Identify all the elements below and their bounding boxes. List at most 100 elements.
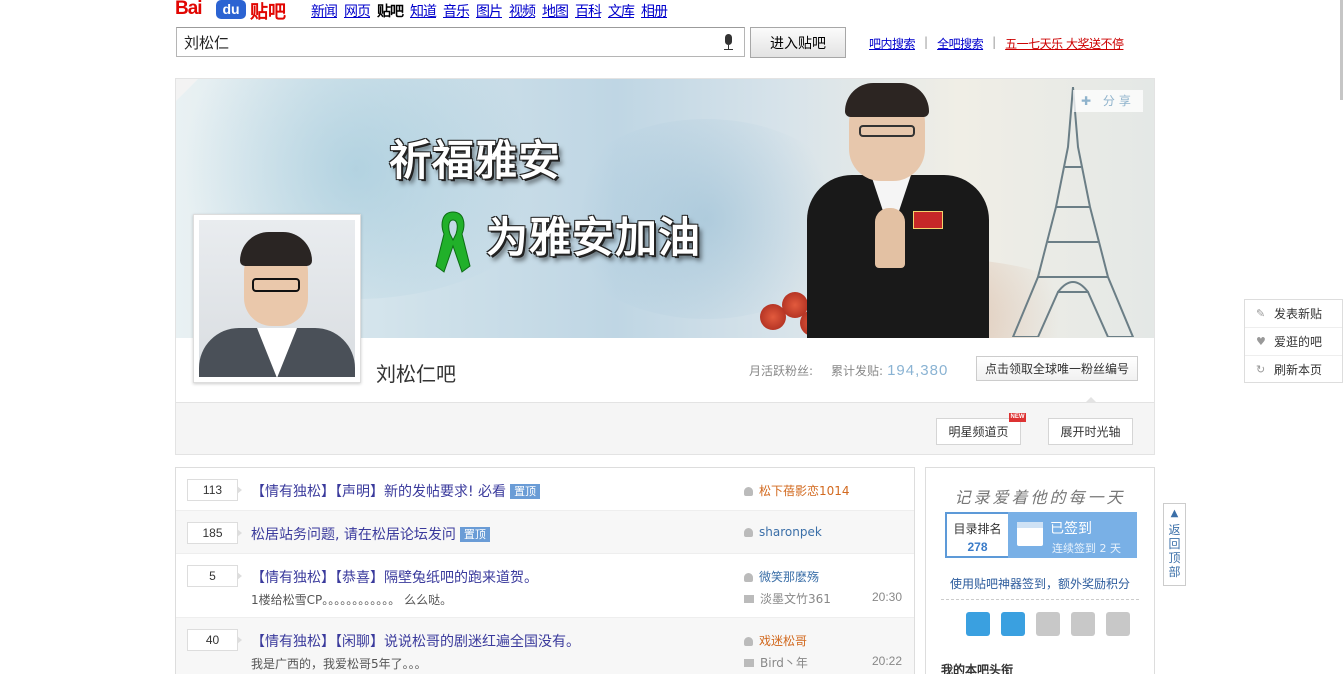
- new-post-label: 发表新贴: [1274, 307, 1323, 321]
- claim-fan-number-button[interactable]: 点击领取全球唯一粉丝编号: [976, 356, 1138, 381]
- douban-icon[interactable]: [1036, 612, 1060, 636]
- search-input[interactable]: [177, 28, 697, 56]
- thread-author[interactable]: 微笑那麽殇: [744, 568, 819, 585]
- rank-value: 278: [967, 540, 988, 554]
- share-link-icon[interactable]: [966, 612, 990, 636]
- star-channel-button[interactable]: 明星频道页: [936, 418, 1021, 445]
- share-icons: [966, 612, 1141, 636]
- refresh-icon: ↻: [1256, 363, 1266, 376]
- nav-tieba[interactable]: 贴吧: [377, 1, 404, 21]
- user-icon: [744, 487, 753, 496]
- nav-web[interactable]: 网页: [344, 1, 371, 21]
- thread-author[interactable]: 戏迷松哥: [744, 632, 807, 649]
- active-fans-label: 月活跃粉丝:: [749, 364, 814, 378]
- refresh-label: 刷新本页: [1274, 363, 1323, 377]
- sign-in-button[interactable]: 已签到 连续签到 2 天: [1008, 512, 1137, 558]
- reply-count: 40: [187, 629, 242, 651]
- favorite-bars-button[interactable]: ♥ 爱逛的吧: [1245, 328, 1342, 356]
- backtop-char: 顶: [1168, 551, 1181, 565]
- logo-paw: du: [216, 0, 246, 19]
- new-post-button[interactable]: ✎ 发表新贴: [1245, 300, 1342, 328]
- avatar: [199, 220, 355, 377]
- sign-tool-link[interactable]: 使用贴吧神器签到，额外奖励积分: [941, 575, 1139, 600]
- thread-row[interactable]: 5 【情有独松】【恭喜】隔壁兔纸吧的跑来道贺。 1楼给松雪CP。。。。。。。。。…: [176, 554, 914, 618]
- separator: |: [924, 35, 929, 49]
- calendar-icon: [1017, 522, 1043, 546]
- reply-count: 113: [187, 479, 242, 501]
- catalog-rank[interactable]: 目录排名 278: [945, 512, 1008, 558]
- target-icon[interactable]: [1071, 612, 1095, 636]
- banner-slogan-1: 祈福雅安: [389, 136, 562, 185]
- last-reply-time: 20:22: [872, 654, 903, 668]
- promo-link[interactable]: 五一七天乐 大奖送不停: [1005, 35, 1124, 52]
- arrow-up-icon: ▲: [1170, 508, 1179, 519]
- thread-abstract: 1楼给松雪CP。。。。。。。。。。。。 么么哒。: [251, 593, 453, 607]
- last-replier[interactable]: Bird丶年: [744, 654, 808, 671]
- backtop-char: 返: [1168, 523, 1181, 537]
- nav-music[interactable]: 音乐: [443, 1, 470, 21]
- back-to-top-button[interactable]: ▲ 返 回 顶 部: [1163, 503, 1186, 586]
- share-label: 分享: [1102, 94, 1135, 108]
- backtop-char: 部: [1168, 565, 1181, 579]
- refresh-button[interactable]: ↻ 刷新本页: [1245, 356, 1342, 384]
- last-replier[interactable]: 淡墨文竹361: [744, 590, 831, 607]
- thread-row[interactable]: 185 松居站务问题, 请在松居论坛发问 置顶 sharonpek: [176, 511, 914, 554]
- search-all-bars-link[interactable]: 全吧搜索: [937, 35, 984, 52]
- nav-album[interactable]: 相册: [641, 1, 668, 21]
- user-icon: [744, 528, 753, 537]
- expand-timeline-button[interactable]: 展开时光轴: [1048, 418, 1133, 445]
- page-curl: [176, 79, 198, 101]
- forum-header: 祈福雅安 为雅安加油 ✚ 分享 刘松仁吧 月活跃粉丝: 累计发贴: 194,38…: [175, 78, 1155, 455]
- user-icon: [744, 637, 753, 646]
- rank-label: 目录排名: [953, 522, 1002, 536]
- logo-bai: Bai: [175, 0, 203, 19]
- heart-icon: ♥: [1256, 335, 1266, 348]
- handwriting-slogan: 记录爱着他的每一天: [954, 488, 1126, 507]
- author-name: 松下蓓影恋1014: [759, 484, 850, 498]
- thread-title: 【情有独松】【声明】新的发帖要求! 必看 置顶: [251, 481, 541, 501]
- baidu-tieba-logo[interactable]: Bai du 贴吧: [175, 0, 295, 23]
- total-posts-value: 194,380: [887, 362, 949, 379]
- last-replier-name: 淡墨文竹361: [760, 592, 831, 606]
- reply-count: 185: [187, 522, 242, 544]
- thread-title-link[interactable]: 松居站务问题, 请在松居论坛发问: [251, 527, 456, 543]
- thread-author[interactable]: 松下蓓影恋1014: [744, 482, 850, 499]
- header-toolbar: 明星频道页 展开时光轴: [176, 402, 1154, 454]
- reply-count: 5: [187, 565, 242, 587]
- thread-title-link[interactable]: 【情有独松】【声明】新的发帖要求! 必看: [251, 484, 506, 500]
- thread-author[interactable]: sharonpek: [744, 525, 822, 539]
- thread-title-link[interactable]: 【情有独松】【闲聊】说说松哥的剧迷红遍全国没有。: [251, 634, 580, 650]
- nav-news[interactable]: 新闻: [311, 1, 338, 21]
- microphone-icon[interactable]: [722, 34, 734, 50]
- nav-wenku[interactable]: 文库: [608, 1, 635, 21]
- logo-tieba: 贴吧: [250, 2, 286, 23]
- search-in-bar-link[interactable]: 吧内搜索: [869, 35, 916, 52]
- thread-abstract: 我是广西的，我爱松哥5年了。。。: [251, 657, 427, 671]
- top-bar: Bai du 贴吧 新闻 网页 贴吧 知道 音乐 图片 视频 地图 百科 文库 …: [175, 0, 674, 23]
- nav-images[interactable]: 图片: [476, 1, 503, 21]
- total-posts-label: 累计发贴:: [831, 364, 884, 378]
- backtop-char: 回: [1168, 537, 1181, 551]
- share-button[interactable]: ✚ 分享: [1073, 90, 1143, 112]
- signed-label: 已签到: [1050, 521, 1092, 537]
- thread-row[interactable]: 113 【情有独松】【声明】新的发帖要求! 必看 置顶 松下蓓影恋1014: [176, 468, 914, 511]
- author-name: 戏迷松哥: [759, 634, 808, 648]
- my-forum-title-heading: 我的本吧头衔: [941, 663, 1014, 674]
- nav-baike[interactable]: 百科: [575, 1, 602, 21]
- nav-video[interactable]: 视频: [509, 1, 536, 21]
- nav-map[interactable]: 地图: [542, 1, 569, 21]
- forum-name: 刘松仁吧: [376, 362, 456, 386]
- share-link-icon[interactable]: [1001, 612, 1025, 636]
- thread-title: 松居站务问题, 请在松居论坛发问 置顶: [251, 524, 490, 544]
- thread-row[interactable]: 40 【情有独松】【闲聊】说说松哥的剧迷红遍全国没有。 我是广西的，我爱松哥5年…: [176, 618, 914, 674]
- separator: |: [992, 35, 997, 49]
- qq-icon[interactable]: [1106, 612, 1130, 636]
- new-badge: NEW: [1009, 413, 1026, 422]
- page: Bai du 贴吧 新闻 网页 贴吧 知道 音乐 图片 视频 地图 百科 文库 …: [0, 0, 1343, 674]
- thread-title-link[interactable]: 【情有独松】【恭喜】隔壁兔纸吧的跑来道贺。: [251, 570, 538, 586]
- search-links: 吧内搜索 | 全吧搜索 | 五一七天乐 大奖送不停: [869, 35, 1124, 52]
- enter-tieba-button[interactable]: 进入贴吧: [750, 27, 846, 58]
- forum-avatar[interactable]: [193, 214, 361, 383]
- nav-zhidao[interactable]: 知道: [410, 1, 437, 21]
- forum-stats: 月活跃粉丝: 累计发贴: 194,380: [749, 362, 948, 379]
